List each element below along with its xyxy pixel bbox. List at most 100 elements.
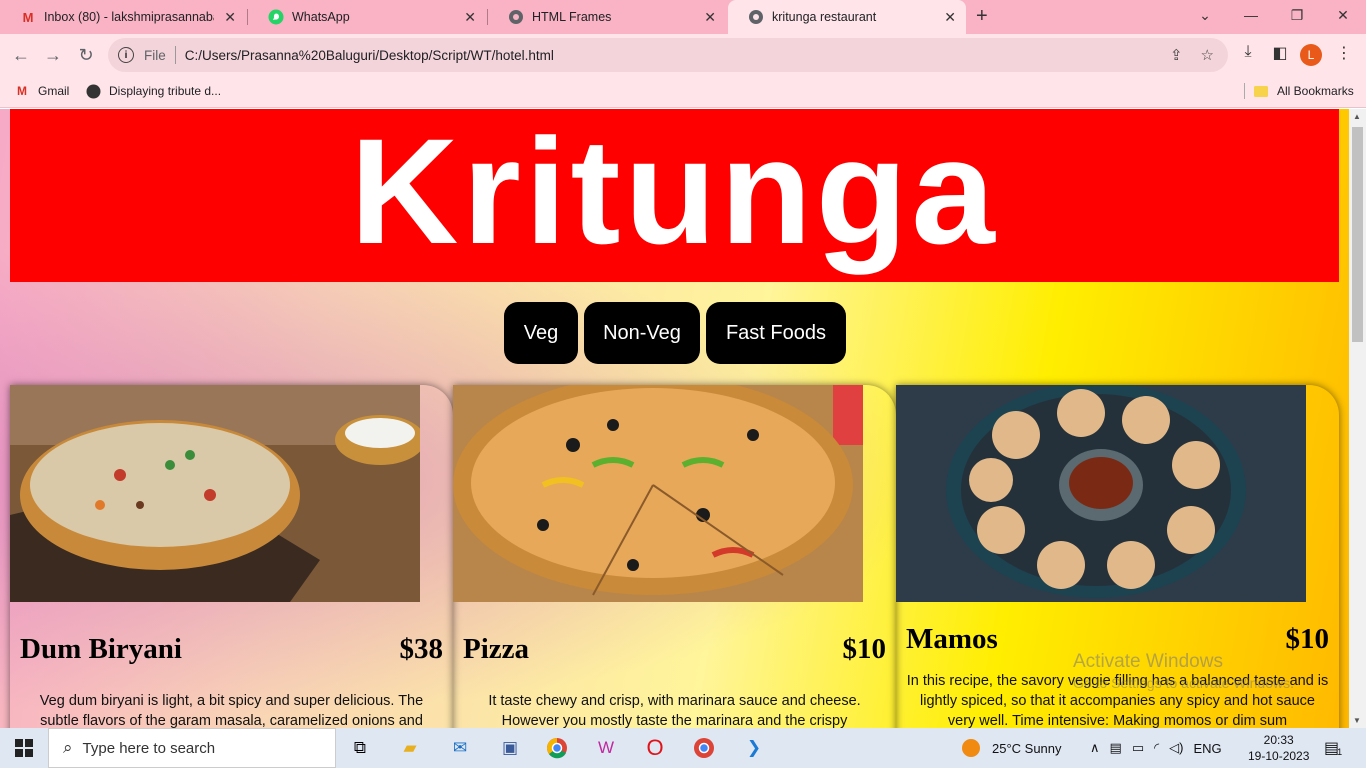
restore-icon[interactable]: ❐ xyxy=(1274,0,1320,30)
mail-icon[interactable]: ✉ xyxy=(446,734,474,762)
new-tab-icon[interactable]: + xyxy=(976,5,988,28)
divider xyxy=(174,46,176,64)
battery-icon[interactable]: ▭ xyxy=(1132,740,1144,756)
card-description: It taste chewy and crisp, with marinara … xyxy=(488,693,861,728)
biryani-image xyxy=(10,385,420,602)
pizza-image xyxy=(453,385,863,602)
globe-icon xyxy=(748,9,764,25)
chevron-up-icon[interactable]: ∧ xyxy=(1090,740,1100,756)
notifications-icon[interactable]: ▤ 1 xyxy=(1324,728,1342,768)
bookmark-tribute[interactable]: Displaying tribute d... xyxy=(85,83,221,99)
wifi-icon[interactable]: ◜ xyxy=(1154,740,1159,756)
tab-label: WhatsApp xyxy=(292,10,350,24)
notification-count: 1 xyxy=(1337,747,1343,757)
avatar[interactable]: L xyxy=(1300,44,1322,66)
language-label[interactable]: ENG xyxy=(1193,741,1221,756)
brand-title: Kritunga xyxy=(350,109,999,275)
clock-date: 19-10-2023 xyxy=(1248,749,1310,763)
close-icon[interactable]: ✕ xyxy=(704,9,716,25)
scrollbar-thumb[interactable] xyxy=(1352,127,1363,342)
tab-html-frames[interactable]: HTML Frames ✕ xyxy=(488,0,726,34)
menu-veg-button[interactable]: Veg xyxy=(504,302,578,364)
taskbar: ⌕ Type here to search ⧉ ▰ ✉ ▣ W O ❯ 25°C… xyxy=(0,728,1366,768)
system-tray: ∧ ▤ ▭ ◜ ◁) ENG xyxy=(1090,728,1222,768)
card-description: Veg dum biryani is light, a bit spicy an… xyxy=(39,693,424,728)
sun-icon xyxy=(962,739,980,757)
bookmarks-bar: M Gmail Displaying tribute d... All Book… xyxy=(0,76,1366,108)
bookmark-label: Displaying tribute d... xyxy=(109,84,222,98)
forward-icon[interactable]: → xyxy=(40,42,66,68)
volume-icon[interactable]: ◁) xyxy=(1169,740,1183,756)
search-icon: ⌕ xyxy=(63,738,73,757)
tab-whatsapp[interactable]: WhatsApp ✕ xyxy=(248,0,486,34)
card-price: $10 xyxy=(1285,623,1330,655)
vscode-icon[interactable]: ❯ xyxy=(740,734,768,762)
app-icon[interactable]: ▣ xyxy=(496,734,524,762)
minimize-icon[interactable]: — xyxy=(1228,0,1274,30)
close-icon[interactable]: ✕ xyxy=(224,9,236,25)
globe-icon xyxy=(85,83,101,99)
menu-nonveg-button[interactable]: Non-Veg xyxy=(584,302,700,364)
clock[interactable]: 20:33 19-10-2023 xyxy=(1248,728,1309,768)
tab-label: kritunga restaurant xyxy=(772,10,877,24)
address-bar[interactable]: i File C:/Users/Prasanna%20Baluguri/Desk… xyxy=(108,38,1228,72)
clock-time: 20:33 xyxy=(1263,733,1294,747)
card-title: Dum Biryani xyxy=(20,633,182,665)
wps-office-icon[interactable]: W xyxy=(592,734,620,762)
tab-search-chevron-icon[interactable]: ⌄ xyxy=(1182,0,1228,30)
card-price: $10 xyxy=(842,633,887,665)
side-panel-icon[interactable]: ◧ xyxy=(1268,43,1292,63)
search-placeholder: Type here to search xyxy=(82,739,216,757)
bookmark-gmail[interactable]: M Gmail xyxy=(14,83,69,99)
window-close-icon[interactable]: ✕ xyxy=(1320,0,1366,30)
card-title: Pizza xyxy=(463,633,530,665)
activate-windows-watermark: Activate Windows xyxy=(1073,651,1223,672)
reload-icon[interactable]: ↻ xyxy=(73,42,99,68)
folder-icon xyxy=(1253,83,1269,99)
share-icon[interactable]: ⇪ xyxy=(1170,46,1183,64)
all-bookmarks[interactable]: All Bookmarks xyxy=(1244,83,1354,99)
tab-strip: M Inbox (80) - lakshmiprasannabal ✕ What… xyxy=(0,0,1366,34)
divider xyxy=(1244,83,1245,99)
windows-start-icon[interactable] xyxy=(10,734,38,762)
close-icon[interactable]: ✕ xyxy=(944,9,956,25)
chrome-profile-icon[interactable] xyxy=(690,734,718,762)
weather-text: 25°C Sunny xyxy=(992,740,1062,756)
back-icon[interactable]: ← xyxy=(8,42,34,68)
info-icon[interactable]: i xyxy=(118,47,134,63)
whatsapp-icon xyxy=(268,9,284,25)
task-view-icon[interactable]: ⧉ xyxy=(346,734,374,762)
url-text[interactable]: C:/Users/Prasanna%20Baluguri/Desktop/Scr… xyxy=(185,48,554,63)
hero-banner: Kritunga xyxy=(10,109,1339,282)
download-icon[interactable]: ⤓ xyxy=(1236,43,1260,61)
menu-dots-icon[interactable]: ⋮ xyxy=(1332,43,1356,63)
globe-icon xyxy=(508,9,524,25)
file-explorer-icon[interactable]: ▰ xyxy=(396,734,424,762)
scheme-label: File xyxy=(144,47,166,63)
menu-fastfoods-button[interactable]: Fast Foods xyxy=(706,302,846,364)
food-card[interactable]: Dum Biryani $38 Veg dum biryani is light… xyxy=(10,385,453,728)
bookmark-label: Gmail xyxy=(38,84,70,98)
tab-label: HTML Frames xyxy=(532,10,612,24)
meet-icon[interactable]: ▤ xyxy=(1110,740,1122,756)
momos-image xyxy=(896,385,1306,602)
chrome-icon[interactable] xyxy=(543,734,571,762)
close-icon[interactable]: ✕ xyxy=(464,9,476,25)
gmail-icon: M xyxy=(22,9,34,25)
menu-bar: Veg Non-Veg Fast Foods xyxy=(504,302,846,364)
star-icon[interactable]: ☆ xyxy=(1201,46,1214,64)
weather-widget[interactable]: 25°C Sunny xyxy=(962,728,1062,768)
toolbar: ← → ↻ i File C:/Users/Prasanna%20Balugur… xyxy=(0,34,1366,76)
tab-kritunga[interactable]: kritunga restaurant ✕ xyxy=(728,0,966,34)
tab-label: Inbox (80) - lakshmiprasannabal xyxy=(44,10,214,24)
taskbar-search-input[interactable]: ⌕ Type here to search xyxy=(48,728,336,768)
food-card[interactable]: Pizza $10 It taste chewy and crisp, with… xyxy=(453,385,896,728)
scroll-up-icon[interactable]: ▲ xyxy=(1353,112,1361,121)
page-viewport: Kritunga Veg Non-Veg Fast Foods Dum Biry… xyxy=(0,109,1349,728)
activate-windows-subtext: Go to Settings to activate Windows. xyxy=(1073,675,1294,691)
tab-gmail[interactable]: M Inbox (80) - lakshmiprasannabal ✕ xyxy=(0,0,246,34)
opera-icon[interactable]: O xyxy=(641,734,669,762)
scrollbar[interactable]: ▲ ▼ xyxy=(1349,109,1366,728)
all-bookmarks-label: All Bookmarks xyxy=(1277,84,1354,98)
scroll-down-icon[interactable]: ▼ xyxy=(1353,716,1361,725)
